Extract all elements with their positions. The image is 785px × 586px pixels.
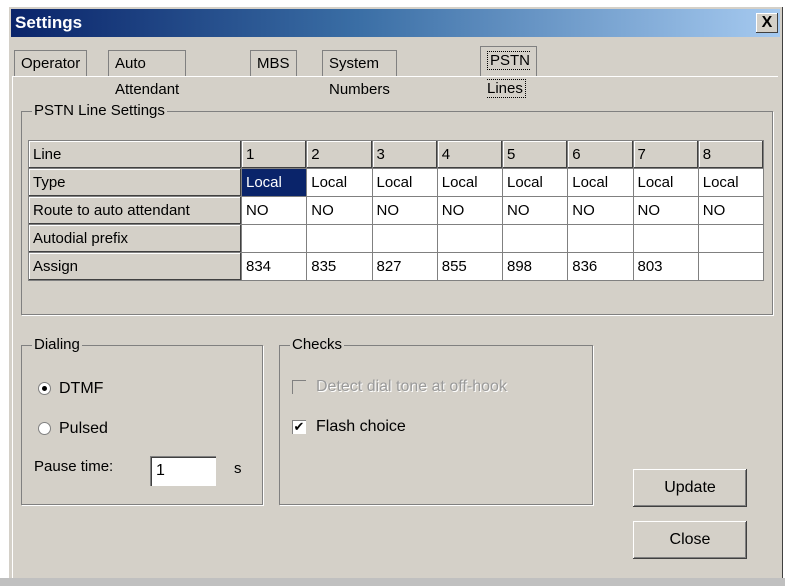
tab-mbs[interactable]: MBS <box>250 50 297 77</box>
radio-selected-icon <box>38 382 51 396</box>
autodial-cell[interactable] <box>501 224 569 253</box>
type-cell[interactable]: Local <box>567 168 634 197</box>
assign-cell[interactable]: 898 <box>501 252 569 281</box>
autodial-cell[interactable] <box>632 224 699 253</box>
close-button-label: Close <box>669 531 711 548</box>
assign-cell[interactable]: 827 <box>371 252 438 281</box>
type-cell[interactable]: Local <box>632 168 699 197</box>
row-header: Line <box>28 140 242 169</box>
title-bar[interactable]: Settings X <box>11 9 780 37</box>
update-button[interactable]: Update <box>633 469 747 507</box>
table-row-type: Type Local Local Local Local Local Local… <box>28 168 765 197</box>
assign-cell[interactable] <box>697 252 765 281</box>
table-row-route: Route to auto attendant NO NO NO NO NO N… <box>28 196 765 225</box>
checks-group: Checks Detect dial tone at off-hook ✔ Fla… <box>279 336 593 505</box>
type-cell[interactable]: Local <box>436 168 504 197</box>
route-cell[interactable]: NO <box>501 196 569 225</box>
line-number-cell: 6 <box>567 140 634 169</box>
flash-choice-label: Flash choice <box>316 418 406 435</box>
close-window-button[interactable]: X <box>756 13 778 33</box>
pstn-lines-panel: PSTN Line Settings Line 1 2 3 4 5 6 7 8 … <box>12 76 778 582</box>
route-cell[interactable]: NO <box>632 196 699 225</box>
window-title: Settings <box>15 13 83 32</box>
pulsed-radio[interactable]: Pulsed <box>38 420 108 438</box>
radio-unselected-icon <box>38 422 51 436</box>
tab-operator[interactable]: Operator <box>14 50 88 77</box>
line-number-cell: 3 <box>371 140 438 169</box>
line-number-cell: 8 <box>697 140 765 169</box>
autodial-cell[interactable] <box>567 224 634 253</box>
pstn-lines-table: Line 1 2 3 4 5 6 7 8 Type Local Local Lo… <box>28 140 765 281</box>
tab-system-numbers[interactable]: System Numbers <box>322 50 397 98</box>
assign-cell[interactable]: 834 <box>240 252 308 281</box>
assign-cell[interactable]: 835 <box>306 252 373 281</box>
route-cell[interactable]: NO <box>371 196 438 225</box>
route-cell[interactable]: NO <box>697 196 765 225</box>
dialing-group: Dialing DTMF Pulsed Pause time: 1 s <box>21 336 263 505</box>
tab-auto-attendant[interactable]: Auto Attendant <box>108 50 187 98</box>
pause-time-input[interactable]: 1 <box>150 456 216 486</box>
dtmf-radio[interactable]: DTMF <box>38 380 103 398</box>
row-header: Assign <box>28 252 242 281</box>
autodial-cell[interactable] <box>436 224 504 253</box>
route-cell[interactable]: NO <box>567 196 634 225</box>
line-number-cell: 4 <box>436 140 504 169</box>
assign-cell[interactable]: 855 <box>436 252 504 281</box>
checks-legend: Checks <box>290 336 345 353</box>
detect-dial-tone-checkbox[interactable]: Detect dial tone at off-hook <box>292 378 507 396</box>
table-row-line: Line 1 2 3 4 5 6 7 8 <box>28 140 765 169</box>
tab-pstn-lines[interactable]: PSTN Lines <box>480 46 538 98</box>
checkmark-icon: ✔ <box>292 418 306 434</box>
pause-time-unit: s <box>234 460 242 477</box>
pulsed-label: Pulsed <box>59 420 108 437</box>
table-row-assign: Assign 834 835 827 855 898 836 803 <box>28 252 765 281</box>
type-cell[interactable]: Local <box>306 168 373 197</box>
update-button-label: Update <box>664 479 716 496</box>
dtmf-label: DTMF <box>59 380 104 397</box>
assign-cell[interactable]: 803 <box>632 252 699 281</box>
type-cell[interactable]: Local <box>697 168 765 197</box>
row-header: Type <box>28 168 242 197</box>
pstn-line-settings-legend: PSTN Line Settings <box>32 102 167 119</box>
autodial-cell[interactable] <box>371 224 438 253</box>
autodial-cell[interactable] <box>697 224 765 253</box>
checkbox-unchecked-icon <box>292 379 306 394</box>
dialing-legend: Dialing <box>32 336 82 353</box>
line-number-cell: 5 <box>501 140 569 169</box>
row-header: Route to auto attendant <box>28 196 242 225</box>
assign-cell[interactable]: 836 <box>567 252 634 281</box>
pstn-line-settings-group: PSTN Line Settings Line 1 2 3 4 5 6 7 8 … <box>21 102 773 315</box>
type-cell-selected[interactable]: Local <box>240 168 308 197</box>
close-button[interactable]: Close <box>633 521 747 559</box>
autodial-cell[interactable] <box>240 224 308 253</box>
type-cell[interactable]: Local <box>371 168 438 197</box>
flash-choice-checkbox[interactable]: ✔ Flash choice <box>292 418 406 436</box>
type-cell[interactable]: Local <box>501 168 569 197</box>
line-number-cell: 1 <box>240 140 308 169</box>
window-bottom-edge <box>0 578 785 586</box>
detect-dial-tone-label: Detect dial tone at off-hook <box>316 378 507 395</box>
route-cell[interactable]: NO <box>306 196 373 225</box>
route-cell[interactable]: NO <box>240 196 308 225</box>
table-row-autodial: Autodial prefix <box>28 224 765 253</box>
route-cell[interactable]: NO <box>436 196 504 225</box>
autodial-cell[interactable] <box>306 224 373 253</box>
row-header: Autodial prefix <box>28 224 242 253</box>
settings-dialog: Settings X Operator Auto Attendant MBS S… <box>8 6 783 582</box>
line-number-cell: 7 <box>632 140 699 169</box>
line-number-cell: 2 <box>306 140 373 169</box>
pause-time-label: Pause time: <box>34 458 114 475</box>
